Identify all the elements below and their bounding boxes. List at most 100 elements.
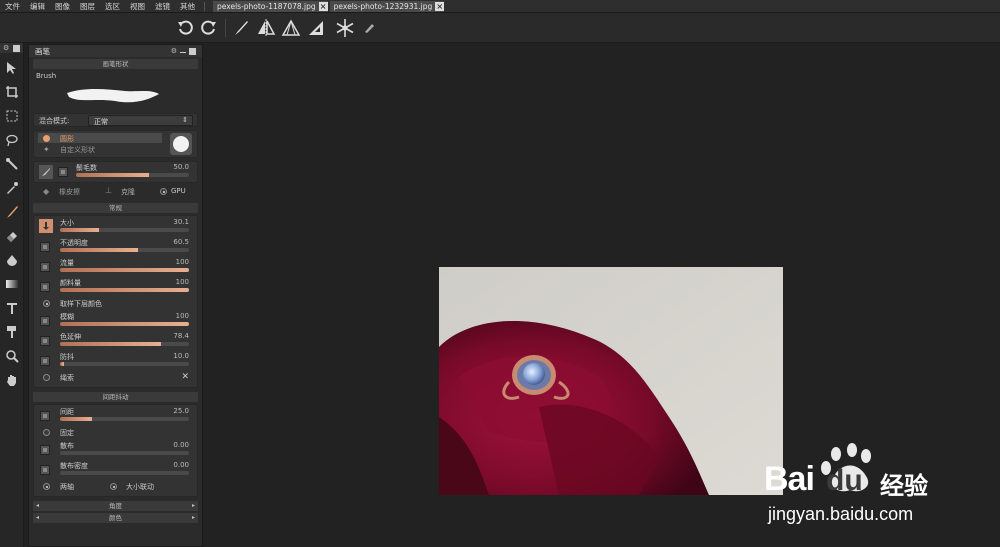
tool-zoom[interactable] [3, 347, 21, 365]
opacity-slider[interactable] [60, 248, 189, 252]
menu-layer[interactable]: 图层 [75, 0, 100, 13]
brush-tip-circle [173, 136, 189, 152]
paint-amount-value: 100 [175, 278, 189, 286]
slider-row-spacing: 间距 25.0 [34, 406, 197, 426]
tool-crop[interactable] [3, 83, 21, 101]
close-icon[interactable] [13, 44, 20, 52]
bristle-brush-button[interactable] [39, 165, 53, 179]
flow-slider[interactable] [60, 268, 189, 272]
brush-button[interactable] [230, 17, 252, 39]
bristles-checkbox[interactable] [58, 167, 68, 177]
scatter-checkbox[interactable] [40, 445, 50, 455]
blend-mode-select[interactable]: 正常 ⇕ [88, 115, 193, 126]
color-extend-checkbox[interactable] [40, 336, 50, 346]
tool-text[interactable] [3, 299, 21, 317]
slider-row-color-extend: 色延伸 78.4 [34, 331, 197, 351]
menu-image[interactable]: 图像 [50, 0, 75, 13]
spacing-slider[interactable] [60, 417, 189, 421]
hand-icon [7, 375, 16, 386]
close-icon[interactable]: × [318, 1, 328, 11]
scatter-density-checkbox[interactable] [40, 465, 50, 475]
both-axes-radio[interactable] [43, 483, 50, 490]
both-axes-label: 两轴 [60, 483, 74, 491]
menu-separator [204, 1, 205, 11]
section-general[interactable]: 常规 [33, 203, 198, 213]
sample-below-radio[interactable] [43, 300, 50, 307]
redo-button[interactable] [198, 17, 220, 39]
opacity-checkbox[interactable] [40, 242, 50, 252]
scatter-density-value: 0.00 [173, 461, 189, 469]
brush-stroke-preview[interactable] [65, 85, 161, 107]
gear-icon[interactable]: ⚙ [171, 47, 177, 55]
rope-radio[interactable] [43, 374, 50, 381]
menu-file[interactable]: 文件 [0, 0, 25, 13]
shape-round-option[interactable]: 圆形 [38, 133, 162, 143]
tool-gradient[interactable] [3, 275, 21, 293]
tool-smudge[interactable] [3, 323, 21, 341]
size-link-radio[interactable] [110, 483, 117, 490]
stabilizer-checkbox[interactable] [40, 356, 50, 366]
section-brush-shape[interactable]: 画笔形状 [33, 59, 198, 69]
redo-icon [201, 20, 216, 35]
expand-icon: ◂ [36, 514, 40, 521]
menu-select[interactable]: 选区 [100, 0, 125, 13]
flow-checkbox[interactable] [40, 262, 50, 272]
size-pressure-button[interactable] [39, 219, 53, 233]
scatter-slider[interactable] [60, 451, 189, 455]
magic-wand-icon [6, 158, 18, 170]
spacing-checkbox[interactable] [40, 411, 50, 421]
gpu-radio[interactable] [160, 188, 167, 195]
fixed-row: 固定 [34, 426, 197, 440]
ruler-button[interactable] [305, 17, 327, 39]
section-color[interactable]: ◂ 颜色 ▸ [33, 513, 198, 523]
scatter-density-slider[interactable] [60, 471, 189, 475]
tool-fill[interactable] [3, 251, 21, 269]
tool-brush[interactable] [3, 203, 21, 221]
close-icon[interactable]: × [435, 1, 445, 11]
undo-button[interactable] [174, 17, 196, 39]
shape-custom-label[interactable]: 自定义形状 [60, 145, 95, 155]
doc-tab-1[interactable]: pexels-photo-1187078.jpg × [213, 0, 328, 12]
tool-hand[interactable] [3, 371, 21, 389]
blur-checkbox[interactable] [40, 316, 50, 326]
color-extend-slider[interactable] [60, 342, 189, 346]
snowflake-icon [336, 19, 354, 37]
bristles-slider[interactable] [76, 173, 189, 177]
symmetry-button[interactable] [334, 17, 356, 39]
mirror-button[interactable] [255, 17, 277, 39]
section-jitter[interactable]: 间距抖动 [33, 392, 198, 402]
menu-view[interactable]: 视图 [125, 0, 150, 13]
minimize-icon[interactable] [180, 51, 186, 54]
section-angle[interactable]: ◂ 角度 ▸ [33, 501, 198, 511]
arrow-down-icon [43, 222, 49, 230]
menu-edit[interactable]: 编辑 [25, 0, 50, 13]
wrench-icon[interactable]: ✕ [181, 372, 189, 382]
blur-slider[interactable] [60, 322, 189, 326]
stabilizer-slider[interactable] [60, 362, 189, 366]
menu-filter[interactable]: 滤镜 [150, 0, 175, 13]
paint-amount-checkbox[interactable] [40, 282, 50, 292]
perspective-button[interactable] [280, 17, 302, 39]
clone-label[interactable]: 克隆 [121, 187, 135, 197]
stamp-icon: ⊥ [105, 186, 112, 195]
doc-tab-2[interactable]: pexels-photo-1232931.jpg × [329, 0, 445, 12]
slider-row-paint: 颜料量 100 [34, 277, 197, 297]
size-slider[interactable] [60, 228, 189, 232]
tool-marquee[interactable] [3, 107, 21, 125]
gear-icon[interactable]: ⚙ [3, 44, 9, 52]
fixed-radio[interactable] [43, 429, 50, 436]
pen-button[interactable] [358, 17, 380, 39]
paint-amount-slider[interactable] [60, 288, 189, 292]
document-photo[interactable] [439, 267, 783, 495]
tool-move[interactable] [3, 59, 21, 77]
tool-eraser[interactable] [3, 227, 21, 245]
slider-row-scatter: 散布 0.00 [34, 440, 197, 460]
close-icon[interactable] [189, 47, 196, 55]
tool-magic-wand[interactable] [3, 155, 21, 173]
tool-eyedropper[interactable] [3, 179, 21, 197]
eraser-label[interactable]: 橡皮擦 [59, 187, 80, 197]
brush-tip-preview[interactable] [170, 133, 192, 155]
tool-lasso[interactable] [3, 131, 21, 149]
watermark-brand-prefix: Bai [764, 460, 815, 498]
menu-other[interactable]: 其他 [175, 0, 200, 13]
